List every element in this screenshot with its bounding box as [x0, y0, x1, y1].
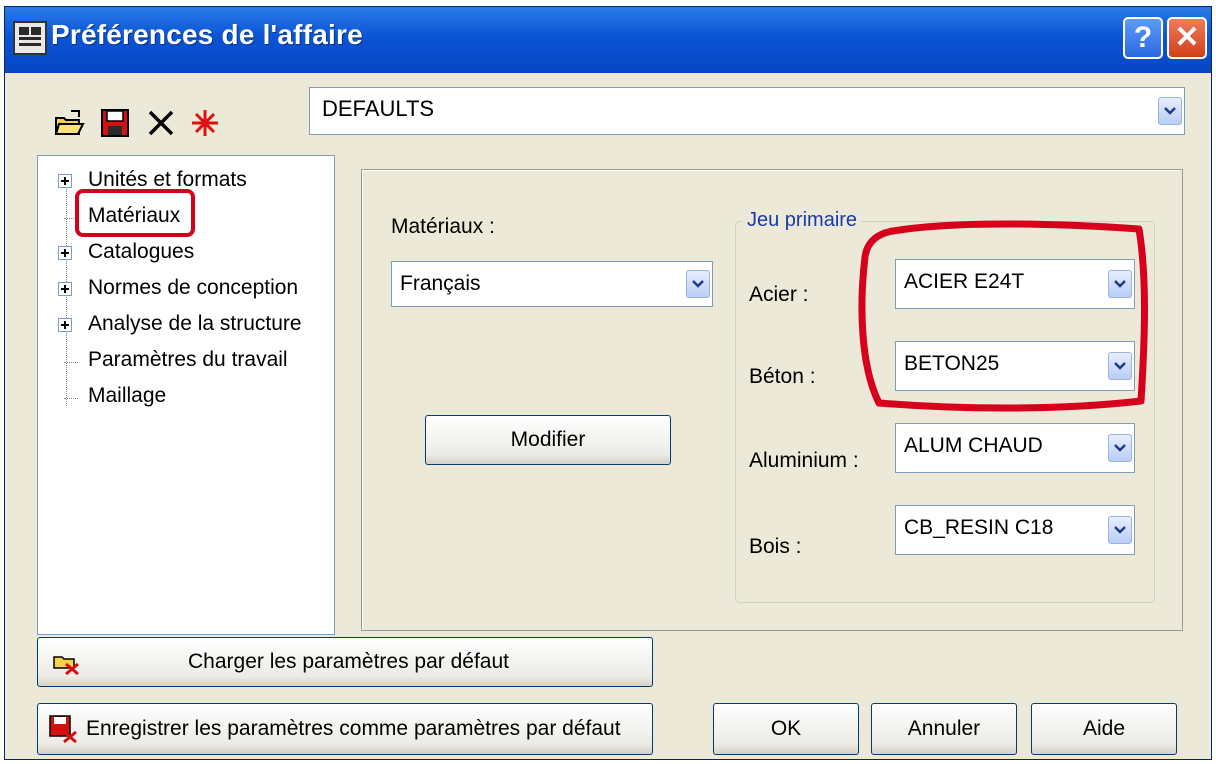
title-bar[interactable]: Préférences de l'affaire ? ✕ [5, 7, 1211, 73]
wood-label: Bois : [749, 535, 802, 558]
tree-dash [64, 362, 78, 363]
primary-set-title: Jeu primaire [743, 209, 862, 232]
annotation-highlight-materials [75, 189, 195, 237]
help-title-button[interactable]: ? [1123, 17, 1163, 59]
expand-icon[interactable] [58, 174, 72, 188]
profile-select-value: DEFAULTS [322, 96, 435, 121]
materials-database-value: Français [400, 272, 481, 295]
chevron-down-icon[interactable] [1158, 97, 1182, 125]
materials-label: Matériaux : [391, 215, 495, 238]
save-defaults-button[interactable]: Enregistrer les paramètres comme paramèt… [37, 703, 653, 755]
annotation-highlight-primary [858, 220, 1148, 412]
open-folder-icon[interactable] [53, 107, 85, 139]
profile-select[interactable]: DEFAULTS [309, 87, 1185, 135]
materials-database-select[interactable]: Français [391, 261, 713, 307]
tree-item-label: Catalogues [88, 240, 195, 263]
tree-dash [64, 398, 78, 399]
save-defaults-icon [49, 715, 77, 744]
save-icon[interactable] [99, 107, 131, 139]
new-star-icon[interactable] [189, 107, 221, 139]
chevron-down-icon[interactable] [1108, 434, 1132, 462]
aluminium-label: Aluminium : [749, 449, 859, 472]
modify-button[interactable]: Modifier [425, 415, 671, 465]
wood-select[interactable]: CB_RESIN C18 [895, 505, 1135, 555]
expand-icon[interactable] [58, 318, 72, 332]
close-button[interactable]: ✕ [1167, 17, 1207, 59]
steel-label: Acier : [749, 283, 809, 306]
load-defaults-button[interactable]: Charger les paramètres par défaut [37, 637, 653, 687]
tree-item-label: Paramètres du travail [88, 348, 288, 371]
app-icon [13, 21, 47, 55]
load-defaults-icon [53, 656, 79, 676]
chevron-down-icon[interactable] [686, 270, 710, 298]
expand-icon[interactable] [58, 246, 72, 260]
concrete-label: Béton : [749, 365, 816, 388]
preferences-dialog: Préférences de l'affaire ? ✕ DEFAULTS Un… [4, 6, 1212, 760]
save-defaults-label: Enregistrer les paramètres comme paramèt… [86, 717, 621, 740]
delete-icon[interactable] [145, 107, 177, 139]
aluminium-value: ALUM CHAUD [904, 434, 1043, 457]
tree-item-label: Maillage [88, 384, 167, 407]
cancel-button[interactable]: Annuler [871, 703, 1017, 755]
tree-item-label: Normes de conception [88, 276, 299, 299]
help-button[interactable]: Aide [1031, 703, 1177, 755]
ok-button[interactable]: OK [713, 703, 859, 755]
aluminium-select[interactable]: ALUM CHAUD [895, 423, 1135, 473]
tree-item-label: Analyse de la structure [88, 312, 302, 335]
window-title: Préférences de l'affaire [51, 19, 363, 50]
load-defaults-label: Charger les paramètres par défaut [188, 650, 509, 673]
chevron-down-icon[interactable] [1108, 516, 1132, 544]
expand-icon[interactable] [58, 282, 72, 296]
wood-value: CB_RESIN C18 [904, 516, 1054, 539]
